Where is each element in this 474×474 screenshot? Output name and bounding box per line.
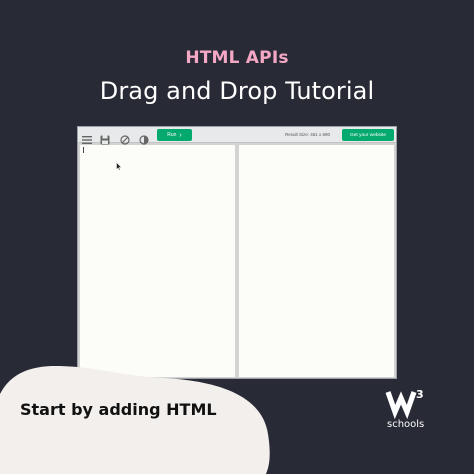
code-editor-window: Run › Result Size: 461 x 690 Get your we… (77, 126, 397, 379)
result-size-readout: Result Size: 461 x 690 (285, 132, 331, 137)
tutorial-title: Drag and Drop Tutorial (99, 77, 375, 105)
caption-text: Start by adding HTML (20, 400, 217, 419)
result-preview-pane (239, 145, 394, 377)
tutorial-kicker: HTML APIs (185, 48, 289, 68)
chevron-right-icon: › (179, 131, 182, 139)
caption-blob-background (0, 366, 270, 474)
get-your-website-button[interactable]: Get your website (342, 129, 394, 141)
theme-contrast-icon[interactable] (139, 130, 149, 145)
run-button[interactable]: Run › (157, 129, 192, 141)
mouse-pointer-icon (116, 156, 122, 171)
text-caret (83, 147, 84, 153)
menu-icon[interactable] (82, 130, 92, 144)
code-input-pane[interactable] (80, 145, 235, 377)
editor-toolbar: Run › Result Size: 461 x 690 Get your we… (78, 127, 396, 145)
save-icon[interactable] (100, 130, 110, 145)
run-button-label: Run (167, 132, 177, 138)
w3schools-logo: 3 schools (385, 386, 431, 430)
logo-wordmark: schools (387, 419, 424, 430)
logo-superscript: 3 (416, 388, 424, 401)
orientation-icon[interactable] (120, 130, 130, 145)
